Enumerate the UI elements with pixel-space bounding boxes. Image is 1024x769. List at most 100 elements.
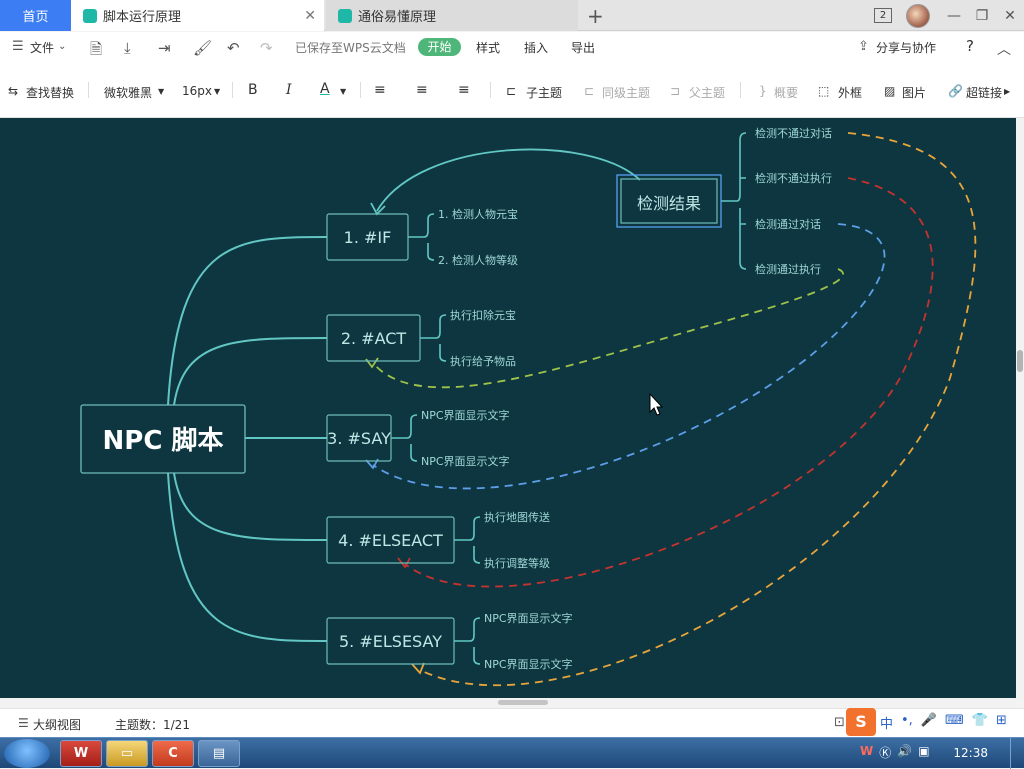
subtopic-label[interactable]: NPC界面显示文字: [484, 657, 573, 671]
vertical-scrollbar[interactable]: [1016, 118, 1024, 698]
undo-icon[interactable]: ↶: [227, 39, 240, 57]
start-button[interactable]: [4, 739, 50, 768]
mindmap-svg[interactable]: NPC 脚本 1. #IF 1. 检测人物元宝 2. 检测人物等级 2. #ACT 执行扣…: [0, 118, 1016, 698]
menu-start[interactable]: 开始: [418, 38, 461, 56]
subtopic-label[interactable]: 2. 检测人物等级: [438, 253, 518, 267]
align-center-icon[interactable]: ≡: [416, 82, 428, 98]
result-child-label[interactable]: 检测通过执行: [755, 262, 821, 276]
parent-topic-button[interactable]: 父主题: [689, 84, 725, 101]
explorer-taskbar-icon[interactable]: ▭: [106, 740, 148, 767]
frame-icon[interactable]: ⬚: [818, 84, 829, 98]
find-replace-icon[interactable]: ⇆: [8, 84, 18, 98]
mindmap-canvas[interactable]: NPC 脚本 1. #IF 1. 检测人物元宝 2. 检测人物等级 2. #ACT 执行扣…: [0, 118, 1016, 698]
skin-icon[interactable]: 👕: [972, 713, 988, 732]
app-taskbar-icon[interactable]: C: [152, 740, 194, 767]
font-color-button[interactable]: A: [320, 81, 330, 97]
close-icon[interactable]: ✕: [304, 8, 316, 24]
font-select[interactable]: 微软雅黑: [104, 84, 152, 101]
image-button[interactable]: 图片: [902, 84, 926, 101]
collapse-ribbon-icon[interactable]: ︿: [997, 39, 1011, 59]
keyboard-icon[interactable]: ⌨: [945, 713, 964, 732]
align-left-icon[interactable]: ≡: [374, 82, 386, 98]
share-icon[interactable]: ⇪: [858, 39, 869, 54]
tab-script-principle[interactable]: 脚本运行原理 ✕: [71, 0, 324, 31]
sogou-ime-icon[interactable]: S: [846, 708, 876, 736]
chevron-down-icon[interactable]: ⌄: [58, 41, 66, 52]
download-icon[interactable]: ⤓: [124, 39, 131, 57]
close-window-icon[interactable]: ✕: [996, 8, 1024, 24]
subtopic-label[interactable]: NPC界面显示文字: [421, 408, 510, 422]
save-icon[interactable]: 🗎: [90, 39, 102, 64]
clock[interactable]: 12:38: [953, 746, 988, 760]
add-tab-icon[interactable]: +: [587, 4, 604, 28]
frame-button[interactable]: 外框: [838, 84, 862, 101]
tab-home[interactable]: 首页: [0, 0, 71, 31]
summary-icon[interactable]: }: [759, 84, 767, 98]
k-tray-icon[interactable]: Ⓚ: [879, 744, 891, 761]
minimize-icon[interactable]: —: [940, 8, 968, 24]
scroll-thumb[interactable]: [498, 700, 548, 705]
wps-taskbar-icon[interactable]: W: [60, 740, 102, 767]
show-desktop-button[interactable]: [1010, 738, 1024, 769]
chevron-down-icon[interactable]: ▼: [340, 87, 346, 96]
redo-icon[interactable]: ↷: [260, 39, 273, 57]
tab-bar: 首页 脚本运行原理 ✕ 通俗易懂原理 + 2 — ❐ ✕: [0, 0, 1024, 31]
network-icon[interactable]: ▣: [918, 744, 929, 761]
format-painter-icon[interactable]: 🖌: [193, 39, 212, 57]
result-child-label[interactable]: 检测不通过执行: [755, 171, 832, 185]
scroll-thumb[interactable]: [1017, 350, 1023, 372]
restore-icon[interactable]: ❐: [968, 8, 996, 24]
chevron-down-icon[interactable]: ▼: [158, 87, 164, 96]
export-file-icon[interactable]: ⇥: [158, 39, 171, 57]
font-size-select[interactable]: 16px: [182, 84, 212, 98]
chevron-down-icon[interactable]: ▼: [214, 87, 220, 96]
subtopic-label[interactable]: 执行扣除元宝: [450, 308, 516, 322]
wps-tray-icon[interactable]: W: [860, 744, 873, 761]
tab-count-badge[interactable]: 2: [874, 8, 892, 23]
subtopic-label[interactable]: 执行给予物品: [450, 354, 516, 368]
italic-button[interactable]: I: [286, 82, 292, 98]
help-button[interactable]: ?: [966, 37, 974, 55]
horizontal-scrollbar[interactable]: [0, 698, 1016, 708]
child-bracket: [408, 213, 435, 261]
fit-view-icon[interactable]: ⊡: [834, 715, 845, 730]
subtopic-icon[interactable]: ⊏: [506, 84, 516, 98]
punctuation-icon[interactable]: •,: [901, 713, 913, 732]
subtopic-label[interactable]: NPC界面显示文字: [484, 611, 573, 625]
summary-button[interactable]: 概要: [774, 84, 798, 101]
bold-button[interactable]: B: [248, 82, 258, 98]
menu-style[interactable]: 样式: [476, 39, 500, 56]
outline-icon[interactable]: ☰: [18, 716, 29, 730]
chevron-right-icon[interactable]: ▶: [1004, 87, 1010, 96]
parent-icon[interactable]: ⊐: [670, 84, 680, 98]
notepad-taskbar-icon[interactable]: ▤: [198, 740, 240, 767]
hyperlink-button[interactable]: 超链接: [966, 84, 1002, 101]
align-right-icon[interactable]: ≡: [458, 82, 470, 98]
sibling-topic-button[interactable]: 同级主题: [602, 84, 650, 101]
menu-file[interactable]: 文件: [30, 39, 54, 56]
link-icon[interactable]: 🔗: [948, 84, 963, 98]
share-button[interactable]: 分享与协作: [876, 39, 936, 56]
microphone-icon[interactable]: 🎤: [921, 713, 937, 732]
result-child-label[interactable]: 检测不通过对话: [755, 126, 832, 140]
image-icon[interactable]: ▨: [884, 84, 895, 98]
hamburger-icon[interactable]: ☰: [12, 39, 24, 54]
mindmap-doc-icon: [338, 8, 352, 23]
result-child-label[interactable]: 检测通过对话: [755, 217, 821, 231]
subtopic-label[interactable]: 执行调整等级: [484, 556, 550, 570]
subtopic-label[interactable]: NPC界面显示文字: [421, 454, 510, 468]
tab-label: 脚本运行原理: [103, 10, 182, 25]
volume-icon[interactable]: 🔊: [897, 744, 912, 761]
subtopic-label[interactable]: 1. 检测人物元宝: [438, 207, 518, 221]
ime-lang[interactable]: 中: [880, 713, 893, 732]
outline-view-button[interactable]: 大纲视图: [33, 716, 81, 733]
menu-export[interactable]: 导出: [571, 39, 595, 56]
grid-icon[interactable]: ⊞: [996, 713, 1007, 732]
avatar[interactable]: [906, 3, 930, 28]
subtopic-button[interactable]: 子主题: [526, 84, 562, 101]
sibling-icon[interactable]: ⊏: [584, 84, 594, 98]
tab-easy-principle[interactable]: 通俗易懂原理: [326, 0, 578, 31]
subtopic-label[interactable]: 执行地图传送: [484, 510, 550, 524]
find-replace-button[interactable]: 查找替换: [26, 84, 74, 101]
menu-insert[interactable]: 插入: [524, 39, 548, 56]
